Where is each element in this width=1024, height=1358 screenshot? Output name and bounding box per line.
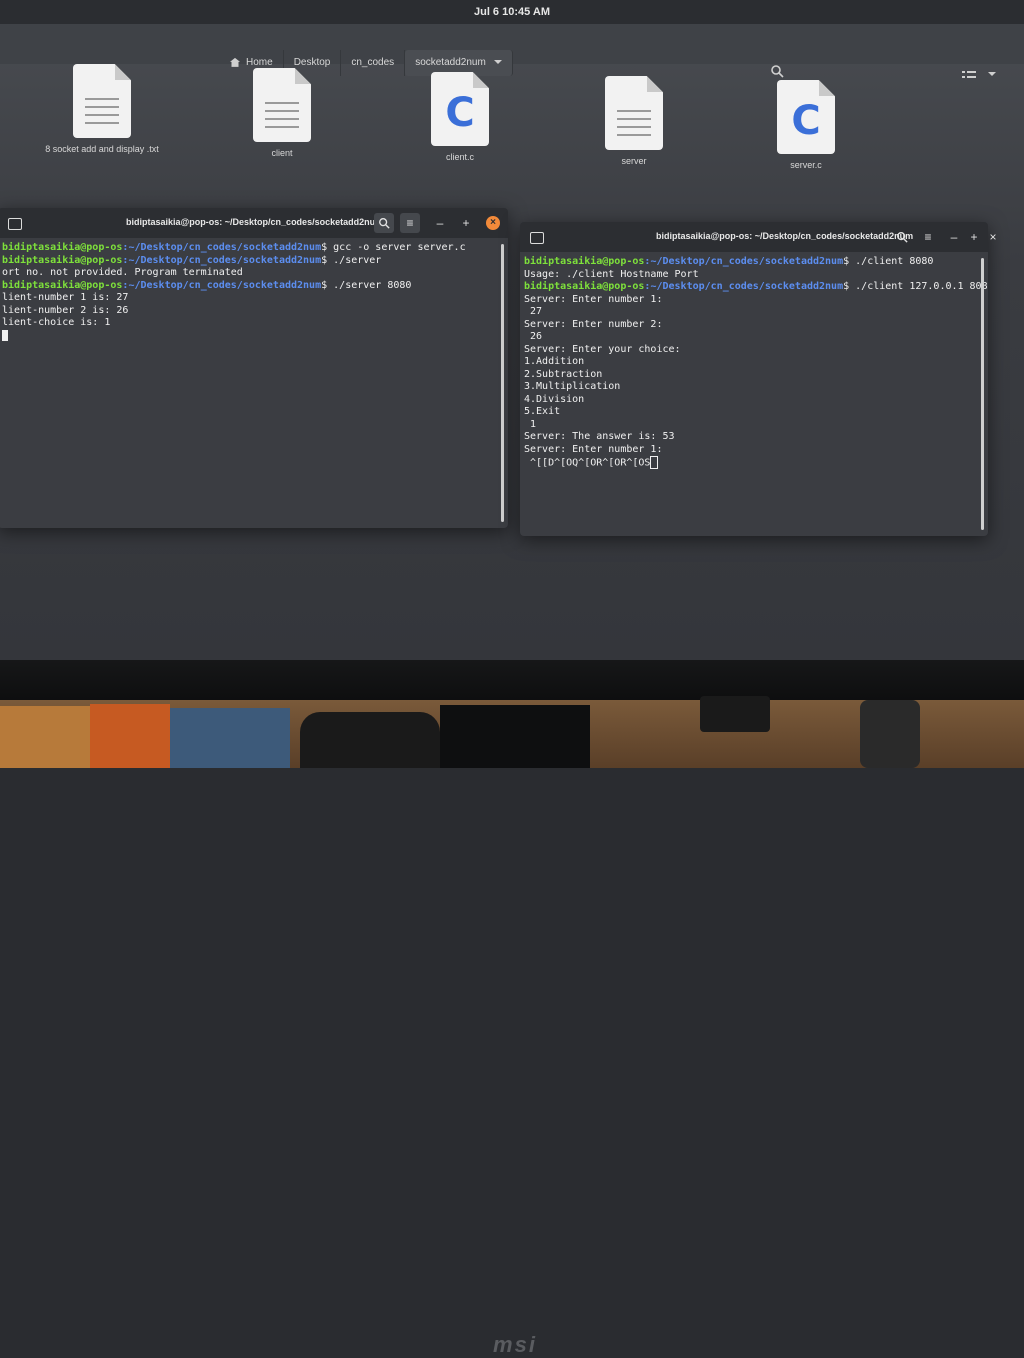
file-icon-server-c[interactable]: C server.c: [746, 80, 866, 170]
text-cursor: [650, 456, 659, 469]
terminal-title: bidiptasaikia@pop-os: ~/Desktop/cn_codes…: [656, 231, 914, 241]
smartwatch: [860, 700, 920, 768]
minimize-button[interactable]: –: [944, 227, 964, 247]
terminal-line: bidiptasaikia@pop-os:~/Desktop/cn_codes/…: [524, 256, 934, 267]
file-icon-client-c[interactable]: C client.c: [400, 72, 520, 162]
terminal-line: Server: The answer is: 53: [524, 431, 675, 442]
speaker: [300, 712, 440, 768]
text-file-icon: [253, 68, 311, 142]
top-bar: Jul 6 10:45 AM: [0, 0, 1024, 24]
terminal-window-client[interactable]: bidiptasaikia@pop-os: ~/Desktop/cn_codes…: [520, 222, 997, 536]
file-label: 8 socket add and display .txt: [45, 144, 159, 154]
home-icon: [230, 57, 240, 67]
terminal-line: Server: Enter number 1:: [524, 293, 663, 305]
terminal-line: Server: Enter your choice:: [524, 343, 681, 355]
terminal-line: Usage: ./client Hostname Port: [524, 268, 699, 280]
file-icon-client[interactable]: client: [222, 68, 342, 158]
terminal-output[interactable]: bidiptasaikia@pop-os:~/Desktop/cn_codes/…: [520, 254, 988, 536]
maximize-button[interactable]: +: [964, 227, 984, 247]
terminal-line: lient-choice is: 1: [2, 317, 111, 328]
terminal-line: ^[[D^[OQ^[OR^[OR^[OS: [524, 456, 984, 470]
terminal-icon: [8, 218, 22, 230]
terminal-line: 4.Division: [524, 393, 585, 405]
desk-item: [90, 704, 170, 768]
close-button[interactable]: ×: [986, 227, 1000, 247]
search-icon[interactable]: [770, 64, 784, 78]
minimize-button[interactable]: –: [430, 213, 450, 233]
search-button[interactable]: [374, 213, 394, 233]
search-icon: [897, 232, 908, 243]
terminal-line: lient-number 1 is: 27: [2, 292, 129, 303]
scrollbar[interactable]: [981, 258, 984, 530]
terminal-line: 27: [524, 306, 543, 317]
desk-item: [170, 708, 290, 768]
breadcrumb-cn-codes[interactable]: cn_codes: [341, 50, 406, 76]
scrollbar[interactable]: [501, 244, 504, 522]
terminal-line: 26: [524, 331, 543, 342]
search-button[interactable]: [892, 227, 912, 247]
terminal-icon: [530, 232, 544, 244]
terminal-line: [2, 329, 504, 343]
hamburger-icon: ≡: [406, 216, 414, 230]
desk-item: [700, 696, 770, 732]
terminal-line: bidiptasaikia@pop-os:~/Desktop/cn_codes/…: [524, 281, 988, 292]
terminal-line: 1.Addition: [524, 356, 585, 367]
terminal-line: 1: [524, 418, 537, 430]
hamburger-icon: ≡: [924, 230, 932, 244]
text-cursor: [2, 329, 8, 341]
desktop-screen: Jul 6 10:45 AM Home Desktop cn_codes soc…: [0, 0, 1024, 660]
maximize-button[interactable]: +: [456, 213, 476, 233]
terminal-line: Server: Enter number 1:: [524, 443, 663, 455]
file-label: client: [271, 148, 293, 158]
chevron-down-icon: [493, 60, 502, 68]
terminal-line: 2.Subtraction: [524, 368, 603, 380]
terminal-line: bidiptasaikia@pop-os:~/Desktop/cn_codes/…: [2, 279, 412, 291]
menu-button[interactable]: ≡: [400, 213, 420, 233]
file-label: server: [621, 156, 647, 166]
terminal-line: bidiptasaikia@pop-os:~/Desktop/cn_codes/…: [2, 242, 466, 253]
file-label: client.c: [445, 152, 474, 162]
menu-button[interactable]: ≡: [918, 227, 938, 247]
terminal-line: bidiptasaikia@pop-os:~/Desktop/cn_codes/…: [2, 254, 382, 266]
file-manager-toolbar: Home Desktop cn_codes socketadd2num: [0, 24, 1024, 78]
terminal-line: ort no. not provided. Program terminated: [2, 267, 243, 278]
c-file-icon: C: [431, 72, 489, 146]
file-icon-8-socket-add-and-display[interactable]: 8 socket add and display .txt: [42, 64, 162, 154]
monitor-brand-logo: msi: [493, 1332, 537, 1357]
terminal-output[interactable]: bidiptasaikia@pop-os:~/Desktop/cn_codes/…: [0, 240, 508, 528]
chevron-down-icon[interactable]: [988, 72, 996, 80]
file-icon-server[interactable]: server: [574, 76, 694, 166]
text-file-icon: [73, 64, 131, 138]
terminal-line: lient-number 2 is: 26: [2, 304, 129, 316]
text-file-icon: [605, 76, 663, 150]
terminal-titlebar[interactable]: bidiptasaikia@pop-os: ~/Desktop/cn_codes…: [520, 222, 997, 252]
terminal-title: bidiptasaikia@pop-os: ~/Desktop/cn_codes…: [126, 217, 384, 227]
view-options-icon[interactable]: [962, 70, 976, 80]
terminal-line: 3.Multiplication: [524, 381, 621, 392]
close-button[interactable]: ×: [486, 216, 500, 230]
monitor-stand: [440, 705, 590, 768]
terminal-window-server[interactable]: bidiptasaikia@pop-os: ~/Desktop/cn_codes…: [0, 208, 508, 528]
clock[interactable]: Jul 6 10:45 AM: [0, 6, 1024, 18]
terminal-line: 5.Exit: [524, 406, 561, 417]
c-file-icon: C: [777, 80, 835, 154]
terminal-titlebar[interactable]: bidiptasaikia@pop-os: ~/Desktop/cn_codes…: [0, 208, 508, 238]
terminal-line: Server: Enter number 2:: [524, 318, 663, 330]
search-icon: [379, 218, 390, 229]
file-label: server.c: [790, 160, 822, 170]
desk-item: [0, 706, 90, 768]
